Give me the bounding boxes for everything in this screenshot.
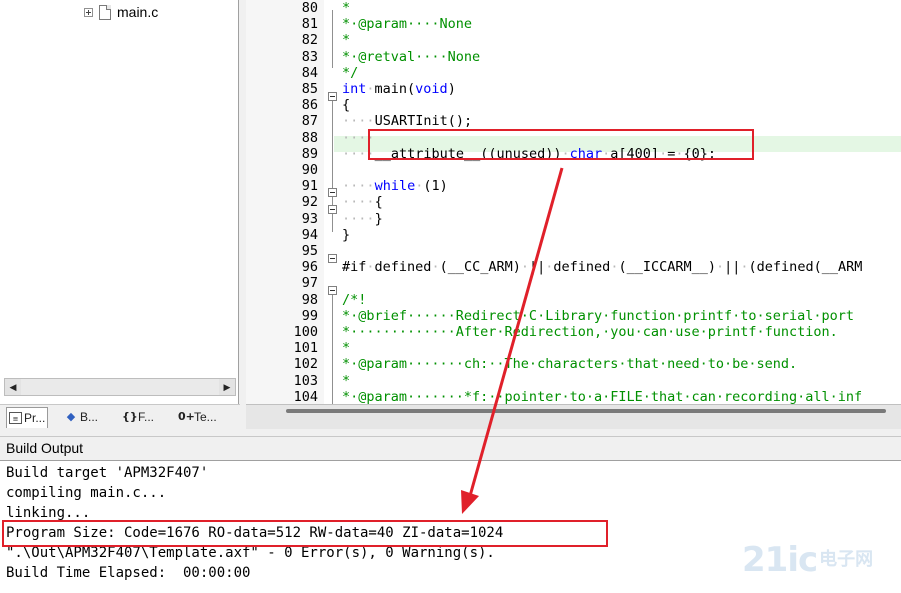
annotation-arrow [461,167,564,514]
arrow-shaft [468,167,564,497]
watermark-logo: 21ic 电子网 [742,540,873,580]
arrow-head-icon [461,490,479,514]
watermark-number: 21ic [742,540,818,580]
watermark-text: 电子网 [819,549,874,570]
